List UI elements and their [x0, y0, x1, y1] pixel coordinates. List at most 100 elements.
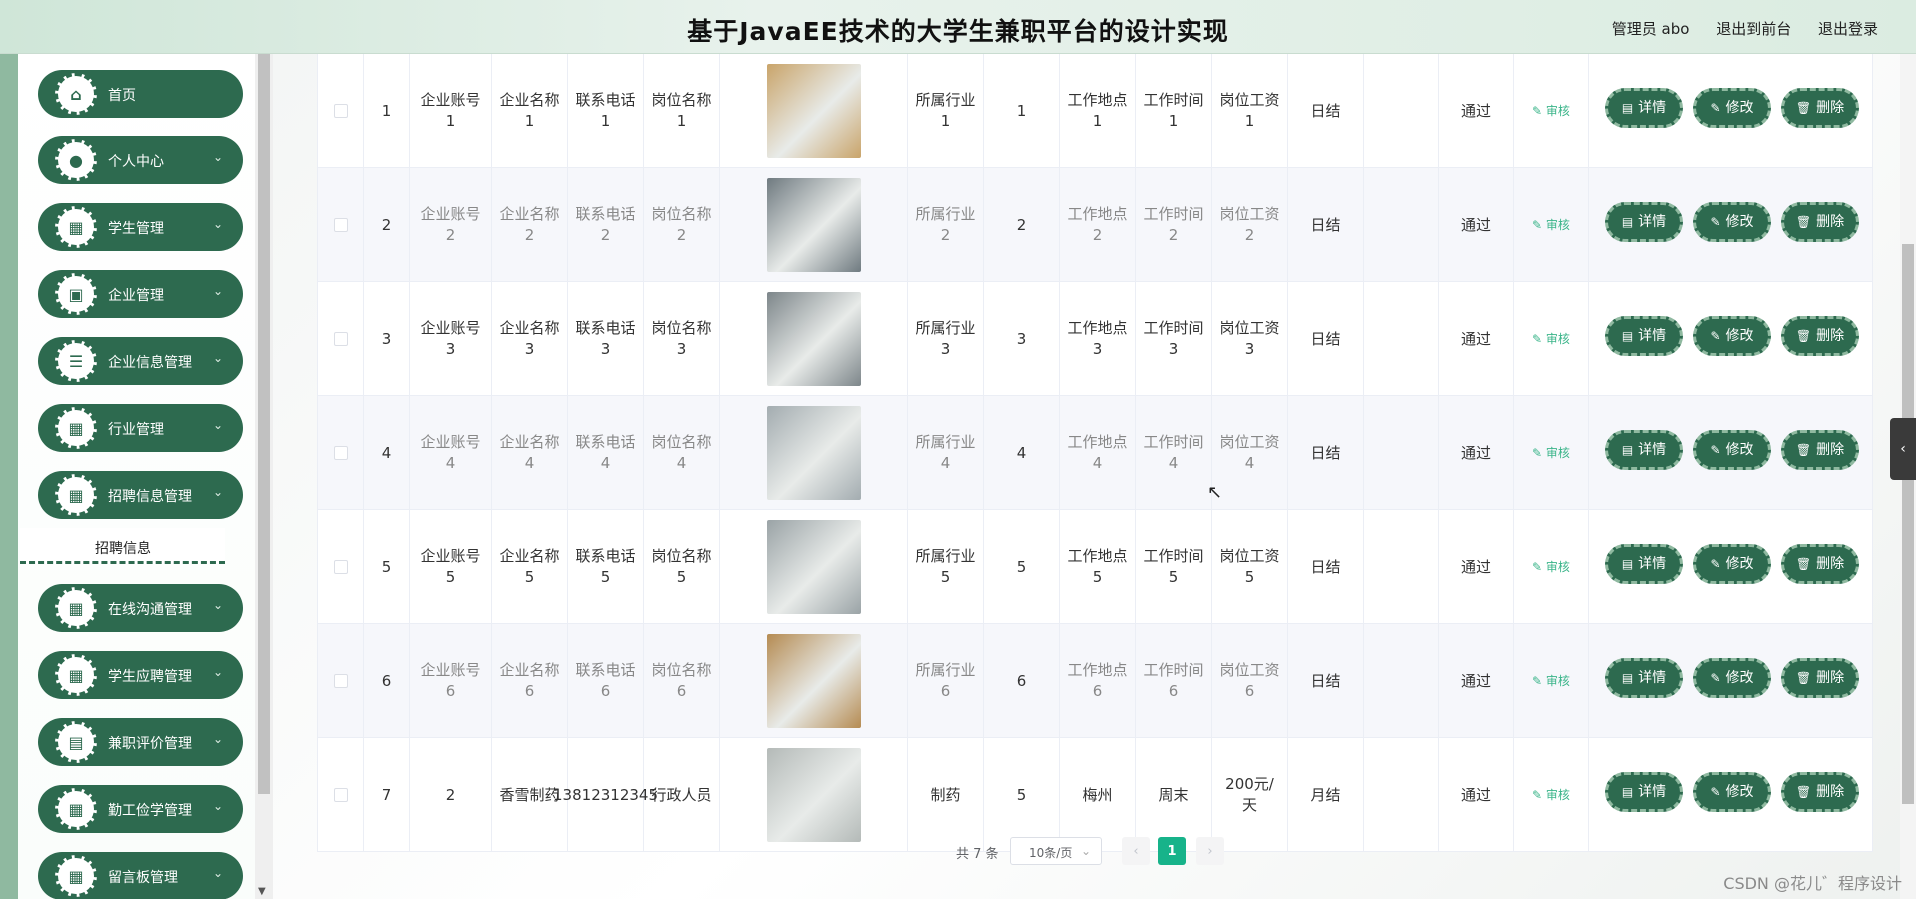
cell-industry: 所属行业3 [908, 282, 984, 396]
audit-label: 审核 [1545, 331, 1570, 346]
cell-no: 1 [364, 54, 410, 168]
edit-button[interactable]: ✎ 修改 [1693, 430, 1771, 470]
audit-link[interactable]: ✎ 审核 [1532, 785, 1570, 806]
chevron-down-icon: ⌄ [212, 351, 223, 365]
sidebar-item-label: 个人中心 [108, 154, 164, 170]
briefcase-icon: ▣ [55, 273, 97, 315]
sidebar-item-label: 首页 [108, 88, 136, 104]
image-cell [720, 282, 908, 396]
sidebar-item-2[interactable]: ▦ 学生管理 ⌄ [38, 203, 243, 251]
pagination-total: 共 7 条 [956, 847, 999, 862]
cell-time: 周末 [1136, 738, 1212, 852]
cell-phone: 联系电话5 [568, 510, 644, 624]
detail-button[interactable]: ▤ 详情 [1605, 772, 1683, 812]
detail-button[interactable]: ▤ 详情 [1605, 658, 1683, 698]
sidebar-item-7[interactable]: ▦ 在线沟通管理 ⌄ [38, 584, 243, 632]
button-label: 详情 [1638, 783, 1667, 800]
sidebar-item-1[interactable]: ● 个人中心 ⌄ [38, 136, 243, 184]
cell-extra [1364, 54, 1439, 168]
sidebar-item-10[interactable]: ▦ 勤工俭学管理 ⌄ [38, 785, 243, 833]
document-icon: ▤ [1621, 328, 1634, 343]
document-icon: ▤ [1621, 556, 1634, 571]
row-checkbox[interactable] [333, 104, 348, 118]
button-label: 修改 [1725, 213, 1754, 230]
page-size-select[interactable]: 10条/页 ⌄ [1010, 837, 1102, 865]
office-photo [766, 178, 861, 272]
audit-link[interactable]: ✎ 审核 [1532, 329, 1570, 350]
grid-icon: ▦ [55, 788, 97, 830]
audit-cell: ✎ 审核 [1514, 624, 1589, 738]
detail-button[interactable]: ▤ 详情 [1605, 430, 1683, 470]
edit-button[interactable]: ✎ 修改 [1693, 88, 1771, 128]
edit-button[interactable]: ✎ 修改 [1693, 658, 1771, 698]
checkbox-cell [318, 738, 364, 852]
delete-button[interactable]: 🗑 删除 [1781, 658, 1859, 698]
cell-position: 岗位名称2 [644, 168, 720, 282]
delete-button[interactable]: 🗑 删除 [1781, 202, 1859, 242]
cell-salary: 200元/天 [1212, 738, 1288, 852]
detail-button[interactable]: ▤ 详情 [1605, 202, 1683, 242]
button-label: 详情 [1638, 213, 1667, 230]
cell-count: 1 [984, 54, 1060, 168]
sidebar-item-3[interactable]: ▣ 企业管理 ⌄ [38, 270, 243, 318]
audit-link[interactable]: ✎ 审核 [1532, 557, 1570, 578]
sidebar-item-5[interactable]: ▦ 行业管理 ⌄ [38, 404, 243, 452]
submenu-item-recruitment-info[interactable]: 招聘信息 [20, 528, 225, 564]
trash-icon: 🗑 [1795, 328, 1812, 343]
sidebar: ⌂ 首页 ● 个人中心 ⌄ ▦ 学生管理 ⌄ ▣ 企业管理 ⌄ ☰ 企业信息管理 ⌄ ▦ 行业管理 ⌄ ▦ 招聘信息… [0, 54, 255, 899]
row-checkbox[interactable] [333, 788, 348, 802]
prev-page-button[interactable]: ‹ [1122, 837, 1150, 865]
sidebar-scroll-thumb[interactable] [258, 54, 270, 794]
actions-cell: ▤ 详情 ✎ 修改 🗑 删除 [1589, 54, 1873, 168]
sidebar-item-9[interactable]: ▤ 兼职评价管理 ⌄ [38, 718, 243, 766]
delete-button[interactable]: 🗑 删除 [1781, 316, 1859, 356]
logout-link[interactable]: 退出登录 [1818, 20, 1878, 38]
edit-button[interactable]: ✎ 修改 [1693, 316, 1771, 356]
cell-location: 工作地点3 [1060, 282, 1136, 396]
sidebar-item-4[interactable]: ☰ 企业信息管理 ⌄ [38, 337, 243, 385]
audit-link[interactable]: ✎ 审核 [1532, 215, 1570, 236]
exit-to-front-link[interactable]: 退出到前台 [1716, 20, 1791, 38]
detail-button[interactable]: ▤ 详情 [1605, 88, 1683, 128]
cell-position: 岗位名称1 [644, 54, 720, 168]
cell-time: 工作时间3 [1136, 282, 1212, 396]
chevron-down-icon: ⌄ [212, 866, 223, 880]
audit-link[interactable]: ✎ 审核 [1532, 443, 1570, 464]
collapse-panel-tab[interactable]: ‹ [1890, 418, 1916, 480]
audit-link[interactable]: ✎ 审核 [1532, 101, 1570, 122]
row-checkbox[interactable] [333, 560, 348, 574]
sidebar-item-8[interactable]: ▦ 学生应聘管理 ⌄ [38, 651, 243, 699]
sidebar-item-label: 在线沟通管理 [108, 602, 192, 618]
actions-cell: ▤ 详情 ✎ 修改 🗑 删除 [1589, 168, 1873, 282]
row-checkbox[interactable] [333, 218, 348, 232]
cell-no: 3 [364, 282, 410, 396]
delete-button[interactable]: 🗑 删除 [1781, 772, 1859, 812]
audit-link[interactable]: ✎ 审核 [1532, 671, 1570, 692]
detail-button[interactable]: ▤ 详情 [1605, 544, 1683, 584]
pencil-icon: ✎ [1710, 328, 1721, 343]
edit-button[interactable]: ✎ 修改 [1693, 772, 1771, 812]
actions-cell: ▤ 详情 ✎ 修改 🗑 删除 [1589, 282, 1873, 396]
detail-button[interactable]: ▤ 详情 [1605, 316, 1683, 356]
cell-industry: 所属行业1 [908, 54, 984, 168]
cell-extra [1364, 624, 1439, 738]
delete-button[interactable]: 🗑 删除 [1781, 544, 1859, 584]
delete-button[interactable]: 🗑 删除 [1781, 430, 1859, 470]
sidebar-item-0[interactable]: ⌂ 首页 [38, 70, 243, 118]
next-page-button[interactable]: › [1196, 837, 1224, 865]
pencil-icon: ✎ [1532, 103, 1546, 118]
sidebar-item-6[interactable]: ▦ 招聘信息管理 ⌄ [38, 471, 243, 519]
delete-button[interactable]: 🗑 删除 [1781, 88, 1859, 128]
button-label: 修改 [1725, 99, 1754, 116]
cell-position: 岗位名称5 [644, 510, 720, 624]
edit-button[interactable]: ✎ 修改 [1693, 202, 1771, 242]
row-checkbox[interactable] [333, 446, 348, 460]
edit-button[interactable]: ✎ 修改 [1693, 544, 1771, 584]
cell-no: 6 [364, 624, 410, 738]
sidebar-scrollbar[interactable]: ▼ [255, 54, 273, 899]
scroll-down-arrow-icon[interactable]: ▼ [258, 886, 266, 897]
page-1-button[interactable]: 1 [1158, 837, 1186, 865]
main-scroll-thumb[interactable] [1902, 244, 1914, 804]
row-checkbox[interactable] [333, 674, 348, 688]
row-checkbox[interactable] [333, 332, 348, 346]
